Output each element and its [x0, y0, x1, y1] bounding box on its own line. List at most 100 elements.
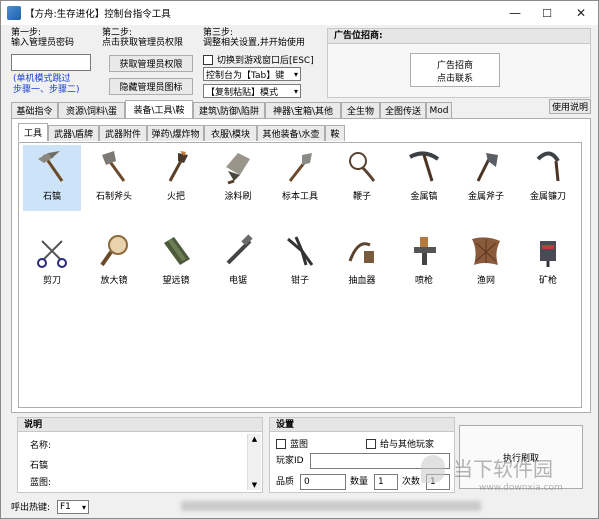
item-label: 火把 — [166, 192, 185, 202]
blood-extractor-icon — [348, 242, 374, 263]
subtab-clothing[interactable]: 衣服\模块 — [204, 125, 257, 141]
blueprint-checkbox[interactable] — [276, 438, 286, 449]
item-stone-hatchet[interactable]: 石制斧头 — [85, 145, 143, 211]
sub-tabs: 工具 武器\盾牌 武器附件 弹药\爆炸物 衣服\模块 其他装备\水壶 鞍 — [18, 123, 578, 143]
item-stone-pick[interactable]: 石镐 — [23, 145, 81, 211]
subtab-ammo[interactable]: 弹药\爆炸物 — [147, 125, 204, 141]
switch-esc-label: 切换到游戏窗口后[ESC] — [217, 56, 314, 66]
ad-contact-box[interactable]: 广告招商 点击联系 — [410, 53, 500, 87]
item-chainsaw[interactable]: 电锯 — [209, 229, 267, 295]
item-label: 渔网 — [476, 276, 495, 286]
ad-area: 广告位招商: 广告招商 点击联系 — [327, 28, 591, 98]
item-label: 金属镰刀 — [529, 192, 566, 202]
console-key-select[interactable]: 控制台为【Tab】键 ▾ — [203, 67, 301, 81]
item-label: 望远镜 — [162, 276, 190, 286]
watermark-text: 当下软件园 — [453, 457, 553, 481]
item-label: 鞭子 — [352, 192, 371, 202]
tab-resources[interactable]: 资源\饲料\蛋 — [58, 102, 125, 118]
tab-all-creatures[interactable]: 全生物 — [341, 102, 380, 118]
torch-icon — [168, 151, 188, 182]
item-magnifying-glass[interactable]: 放大镜 — [85, 229, 143, 295]
item-mining-drill[interactable]: 矿枪 — [519, 229, 577, 295]
blueprint-option[interactable]: 蓝图 — [276, 437, 308, 450]
equipment-tab-page: 工具 武器\盾牌 武器附件 弹药\爆炸物 衣服\模块 其他装备\水壶 鞍 石镐 — [11, 118, 591, 413]
tab-equipment[interactable]: 装备\工具\鞍 — [125, 100, 193, 118]
item-spray-gun[interactable]: 喷枪 — [395, 229, 453, 295]
chevron-down-icon: ▾ — [293, 87, 298, 96]
console-key-value: 控制台为【Tab】键 — [206, 70, 285, 81]
item-label: 矿枪 — [538, 276, 557, 286]
give-others-checkbox[interactable] — [366, 438, 376, 449]
paste-mode-value: 【复制粘贴】模式 — [206, 87, 279, 98]
scissors-icon — [37, 240, 67, 268]
tab-basic-commands[interactable]: 基础指令 — [11, 102, 58, 118]
item-paintbrush[interactable]: 涂料刷 — [209, 145, 267, 211]
quantity-label: 数量 — [350, 477, 369, 487]
subtab-saddles[interactable]: 鞍 — [325, 125, 345, 141]
name-label: 名称: — [30, 441, 52, 451]
switch-esc-checkbox[interactable] — [203, 54, 213, 65]
metal-hatchet-icon — [476, 153, 498, 182]
pliers-icon — [287, 236, 314, 266]
hotkey-label: 呼出热键: — [11, 503, 51, 513]
hotkey-select[interactable]: F1 ▾ — [57, 500, 89, 514]
close-button[interactable]: ✕ — [564, 1, 598, 25]
item-blood-extractor[interactable]: 抽血器 — [333, 229, 391, 295]
title-bar[interactable]: 【方舟:生存进化】控制台指令工具 — ☐ ✕ — [1, 1, 598, 25]
chevron-down-icon: ▾ — [81, 503, 86, 512]
tab-artifacts[interactable]: 神器\宝箱\其他 — [265, 102, 341, 118]
hide-admin-icon-button[interactable]: 隐藏管理员图标 — [109, 78, 193, 95]
app-window: 【方舟:生存进化】控制台指令工具 — ☐ ✕ 第一步: 输入管理员密码 (单机模… — [0, 0, 599, 519]
item-whip[interactable]: 鞭子 — [333, 145, 391, 211]
item-label: 剪刀 — [42, 276, 61, 286]
spyglass-icon — [164, 237, 190, 265]
maximize-button[interactable]: ☐ — [530, 1, 564, 25]
admin-password-input[interactable] — [11, 54, 91, 71]
give-others-option[interactable]: 给与其他玩家 — [366, 437, 434, 450]
switch-esc-option[interactable]: 切换到游戏窗口后[ESC] — [203, 53, 314, 66]
stone-pick-icon — [38, 151, 64, 182]
mining-drill-icon — [540, 241, 556, 267]
tab-buildings[interactable]: 建筑\防御\陷阱 — [193, 102, 265, 118]
item-label: 钳子 — [290, 276, 309, 286]
subtab-attachments[interactable]: 武器附件 — [99, 125, 147, 141]
item-spyglass[interactable]: 望远镜 — [147, 229, 205, 295]
description-scrollbar[interactable]: ▲ ▼ — [247, 434, 261, 490]
item-label: 金属镐 — [410, 192, 438, 202]
item-label: 抽血器 — [348, 276, 376, 286]
item-pliers[interactable]: 钳子 — [271, 229, 329, 295]
subtab-other-gear[interactable]: 其他装备\水壶 — [257, 125, 325, 141]
item-scissors[interactable]: 剪刀 — [23, 229, 81, 295]
name-value: 石镐 — [30, 461, 49, 471]
item-torch[interactable]: 火把 — [147, 145, 205, 211]
watermark-url: www.downxia.com — [479, 483, 563, 493]
scroll-down-icon[interactable]: ▼ — [248, 480, 261, 490]
blurred-footer-text — [181, 501, 481, 511]
quantity-input[interactable]: 1 — [374, 474, 398, 490]
item-fishing-net[interactable]: 渔网 — [457, 229, 515, 295]
tab-mod[interactable]: Mod — [426, 102, 452, 118]
help-button[interactable]: 使用说明 — [549, 99, 591, 114]
description-group: 说明 名称: 石镐 蓝图: ▲ ▼ — [17, 417, 263, 493]
times-label: 次数 — [402, 477, 421, 487]
chevron-down-icon: ▾ — [293, 70, 298, 79]
item-specimen-tool[interactable]: 标本工具 — [271, 145, 329, 211]
item-label: 喷枪 — [414, 276, 433, 286]
get-admin-button[interactable]: 获取管理员权限 — [109, 55, 193, 72]
item-metal-pick[interactable]: 金属镐 — [395, 145, 453, 211]
minimize-button[interactable]: — — [498, 1, 532, 25]
stone-hatchet-icon — [102, 151, 126, 182]
paste-mode-select[interactable]: 【复制粘贴】模式 ▾ — [203, 84, 301, 98]
ad-header: 广告位招商: — [328, 29, 590, 44]
item-metal-sickle[interactable]: 金属镰刀 — [519, 145, 577, 211]
subtab-tools[interactable]: 工具 — [18, 123, 48, 141]
step2-desc: 点击获取管理员权限 — [102, 38, 184, 48]
subtab-weapons[interactable]: 武器\盾牌 — [48, 125, 99, 141]
item-label: 放大镜 — [100, 276, 128, 286]
tab-teleport[interactable]: 全图传送 — [380, 102, 426, 118]
player-id-label: 玩家ID — [276, 456, 304, 466]
fishing-net-icon — [472, 237, 500, 265]
item-metal-hatchet[interactable]: 金属斧子 — [457, 145, 515, 211]
quality-input[interactable]: 0 — [300, 474, 346, 490]
scroll-up-icon[interactable]: ▲ — [248, 434, 261, 444]
